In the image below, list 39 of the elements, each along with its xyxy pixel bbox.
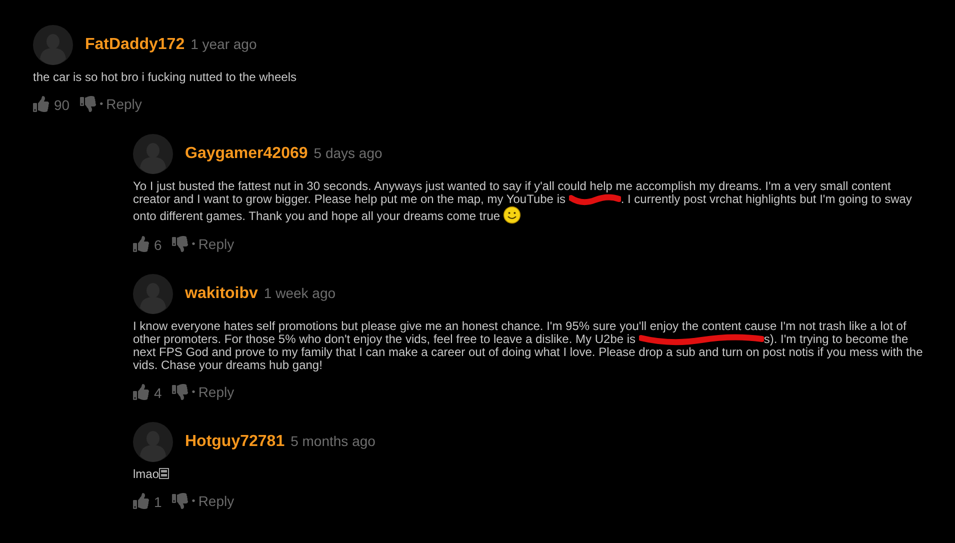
- thumbs-down-icon[interactable]: [172, 384, 188, 400]
- thumbs-up-icon[interactable]: [133, 236, 149, 252]
- thumbs-up-icon[interactable]: [133, 384, 149, 400]
- like-count: 4: [154, 384, 162, 403]
- separator-dot: •: [100, 98, 104, 112]
- thumbs-down-icon[interactable]: [172, 236, 188, 252]
- comment-text: I know everyone hates self promotions but please give me an honest chance. I'm 95% sure you'll enjoy the content cause I'm not trash like a lot of other promoters. For those 5% who don't enjoy the vids, feel free to leave a dislike. My U2be is s). I'm trying to become the next FPS God and prove to my family that I can make a career out of doing what I love. Please drop a sub and turn on post notis if you mess with the vids. Chase your dreams hub gang!: [133, 320, 924, 372]
- comment-time: 1 week ago: [264, 284, 336, 303]
- separator-dot: •: [192, 238, 196, 252]
- redaction-scribble: [568, 194, 621, 206]
- like-count: 1: [154, 493, 162, 512]
- reply-link[interactable]: Reply: [198, 234, 234, 254]
- separator-dot: •: [192, 386, 196, 400]
- comment-text: Yo I just busted the fattest nut in 30 seconds. Anyways just wanted to say if y'all could help me accomplish my dreams. I'm a very small content creator and I want to grow bigger. Please help put me on the map, my YouTube is . I currently post vrchat highlights but I'm going to sway onto different games. Thank you and hope all your dreams come true: [133, 180, 913, 224]
- avatar-silhouette: [133, 274, 173, 314]
- separator-dot: •: [192, 494, 196, 508]
- comment-time: 5 months ago: [290, 432, 376, 451]
- avatar-silhouette: [133, 134, 173, 174]
- username[interactable]: wakitoibv: [185, 282, 258, 306]
- reply-link[interactable]: Reply: [198, 382, 234, 402]
- username[interactable]: Gaygamer42069: [185, 142, 308, 166]
- missing-glyph-icon: [159, 468, 170, 479]
- reply-link[interactable]: Reply: [198, 490, 234, 512]
- like-count: 90: [54, 96, 70, 115]
- comment-text: lmao: [133, 468, 933, 481]
- thumbs-up-icon[interactable]: [33, 96, 49, 112]
- comment-time: 1 year ago: [190, 35, 257, 54]
- username[interactable]: Hotguy72781: [185, 430, 285, 454]
- smiley-icon: [503, 206, 522, 224]
- thumbs-up-icon[interactable]: [133, 493, 149, 509]
- avatar-silhouette: [33, 25, 73, 65]
- avatar-silhouette: [133, 422, 173, 462]
- thumbs-down-icon[interactable]: [172, 493, 188, 509]
- like-count: 6: [154, 236, 162, 255]
- comment-text: the car is so hot bro i fucking nutted to the wheels: [33, 71, 298, 84]
- thumbs-down-icon[interactable]: [80, 96, 96, 112]
- username[interactable]: FatDaddy172: [85, 33, 185, 57]
- comment-time: 5 days ago: [314, 144, 382, 163]
- reply-link[interactable]: Reply: [106, 94, 142, 114]
